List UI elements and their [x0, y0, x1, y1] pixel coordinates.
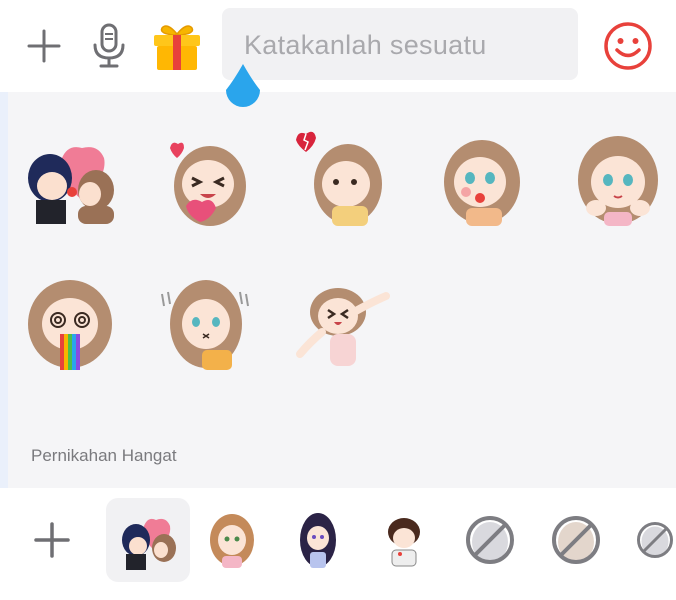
unavailable-thumbnail-icon: [466, 516, 514, 564]
couple-thumbnail-icon: [122, 518, 176, 570]
gift-icon: [154, 25, 200, 70]
microphone-icon: [93, 23, 125, 68]
unavailable-thumbnail-icon: [637, 522, 673, 558]
dark-hair-girl-thumbnail-icon: [300, 513, 336, 568]
unavailable-thumbnail-icon: [552, 516, 600, 564]
tray-pack-couple[interactable]: [106, 498, 190, 582]
tray-add-button[interactable]: [30, 518, 74, 562]
short-hair-boy-thumbnail-icon: [388, 518, 420, 567]
emoji-button[interactable]: [602, 20, 654, 72]
gift-button[interactable]: [150, 20, 204, 72]
sticker-pack-title: Pernikahan Hangat: [31, 446, 177, 465]
smiley-icon: [604, 22, 652, 70]
tray-pack-short-hair-boy[interactable]: [362, 498, 446, 582]
plus-icon: [27, 29, 61, 63]
message-input-placeholder: Katakanlah sesuatu: [244, 30, 487, 60]
tray-pack-brown-hair-girl[interactable]: [190, 498, 274, 582]
sticker-girl-puffed-cheeks[interactable]: [432, 128, 532, 228]
sticker-girl-stretching[interactable]: [294, 272, 394, 372]
cursor-drop-icon: [226, 64, 260, 107]
sticker-girl-laughing-heart[interactable]: [158, 130, 258, 230]
tray-pack-dark-hair-girl[interactable]: [276, 498, 360, 582]
tray-pack-unavailable-3[interactable]: [620, 498, 676, 582]
tray-pack-unavailable-1[interactable]: [448, 498, 532, 582]
chat-input-bar: Katakanlah sesuatu: [0, 0, 676, 92]
add-button[interactable]: [24, 26, 64, 66]
text-cursor-handle[interactable]: [222, 62, 264, 117]
sticker-girl-dizzy-rainbow[interactable]: [20, 272, 120, 372]
message-input[interactable]: Katakanlah sesuatu: [222, 8, 578, 80]
sticker-couple-with-heart[interactable]: [20, 130, 120, 230]
plus-icon: [34, 522, 70, 558]
tray-pack-unavailable-2[interactable]: [534, 498, 618, 582]
microphone-button[interactable]: [90, 22, 128, 70]
sticker-girl-confused[interactable]: [158, 272, 258, 372]
brown-hair-girl-thumbnail-icon: [210, 514, 254, 568]
left-edge-strip: [0, 92, 8, 492]
sticker-girl-hands-on-cheeks[interactable]: [568, 128, 668, 228]
sticker-girl-broken-heart[interactable]: [292, 128, 392, 228]
